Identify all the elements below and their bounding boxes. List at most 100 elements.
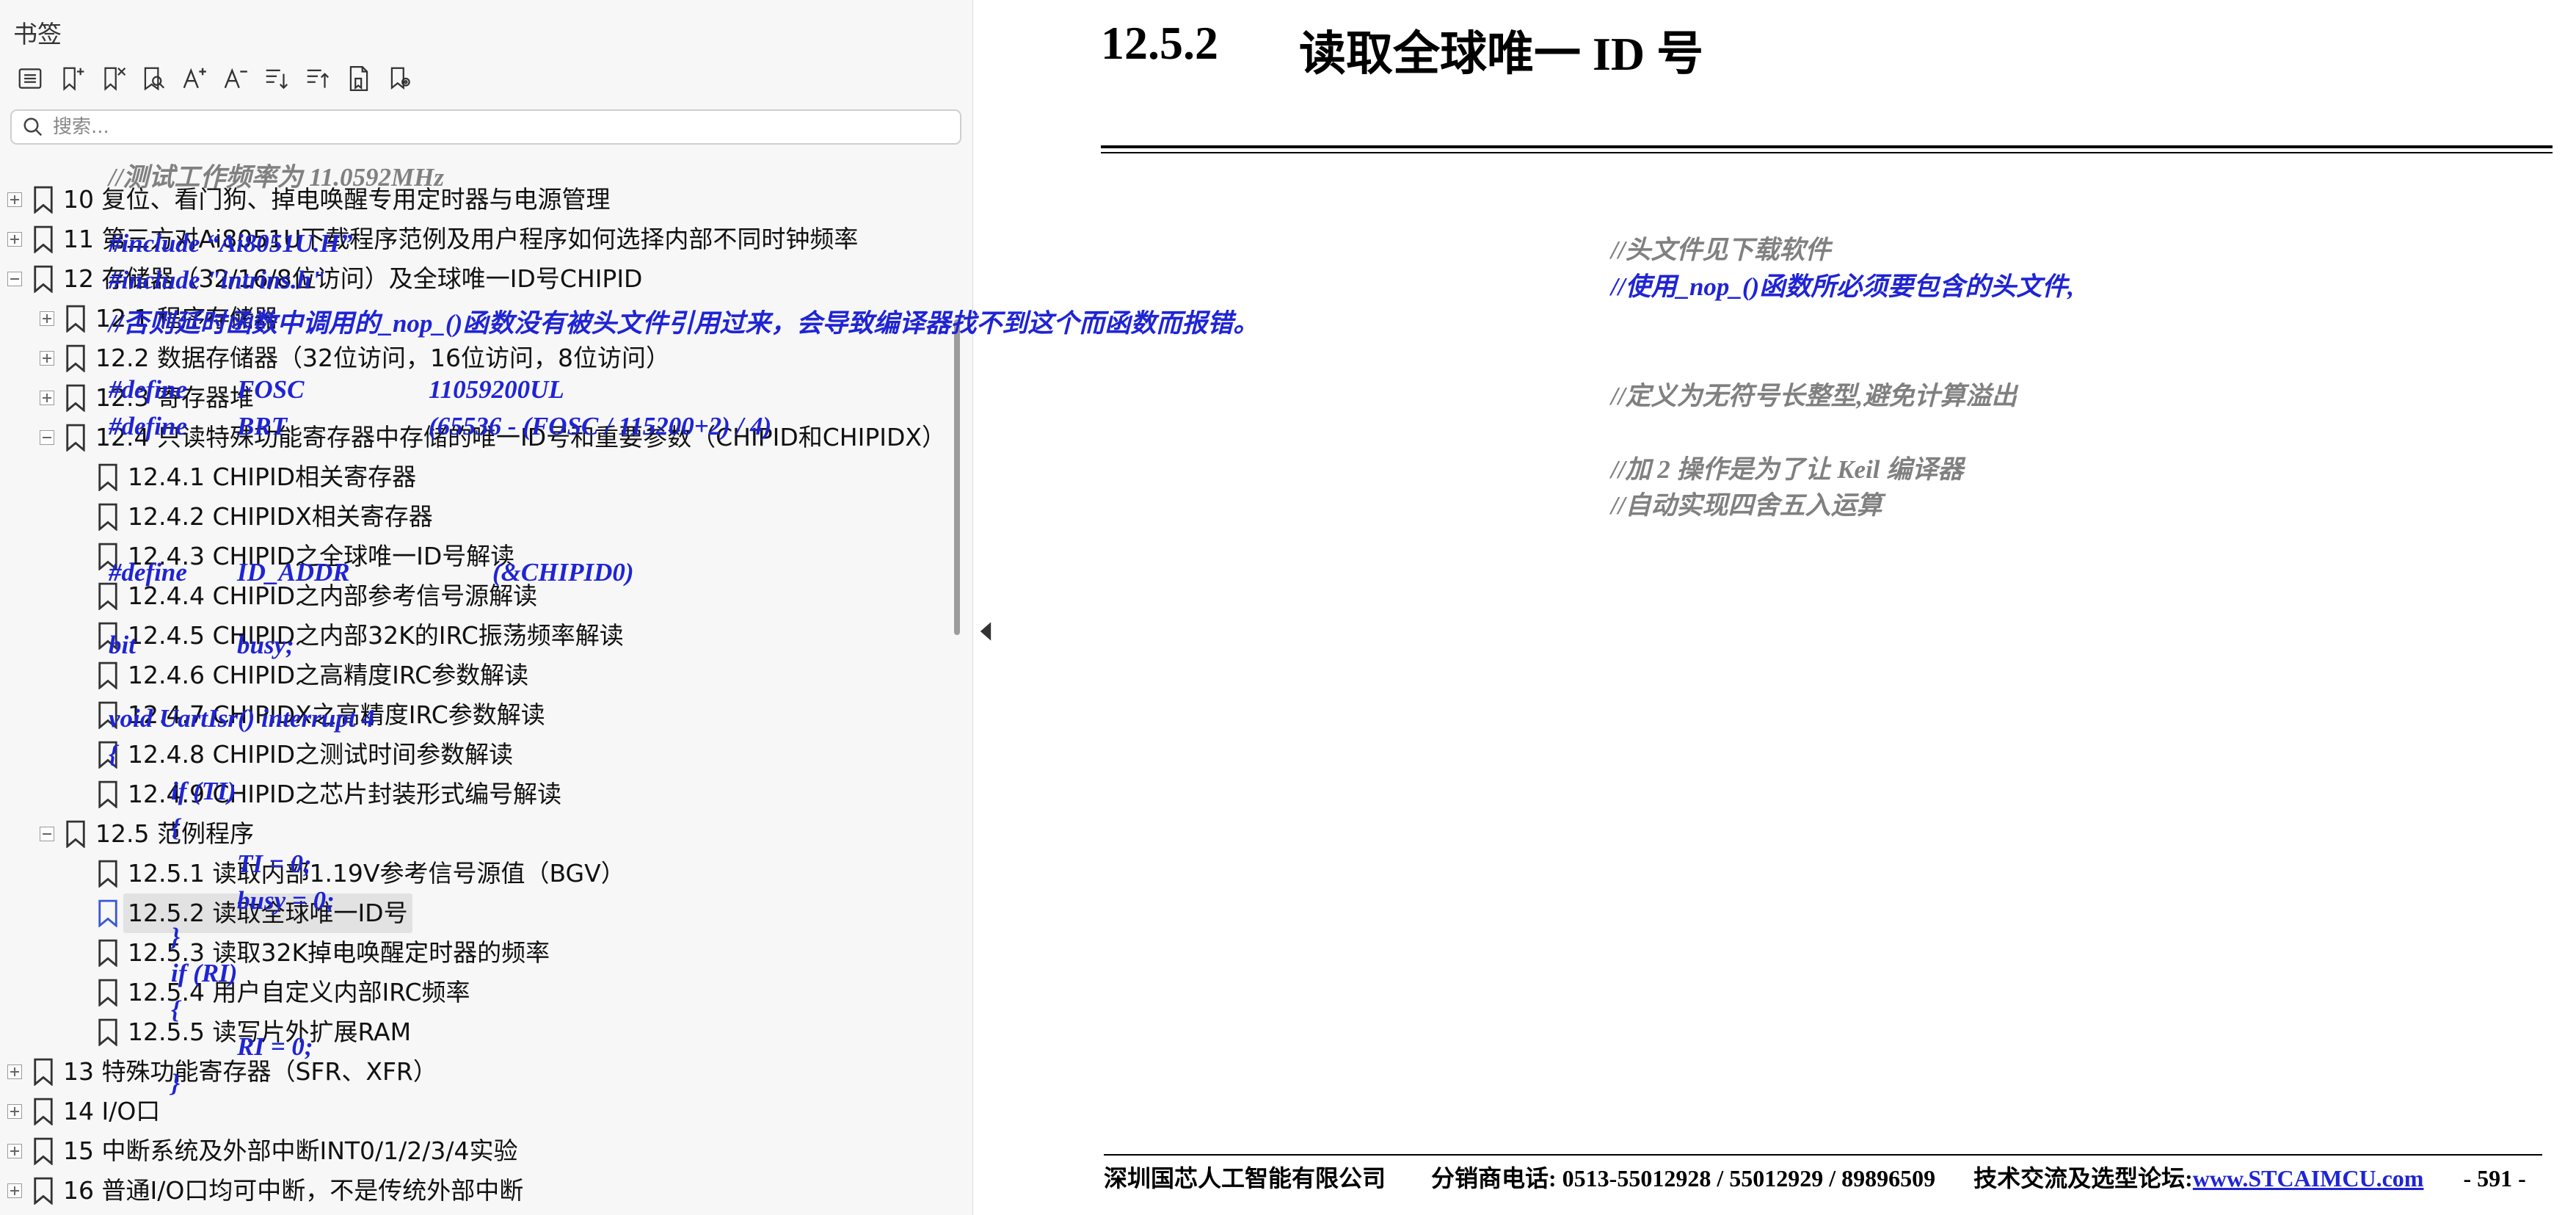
bookmark-settings-button[interactable] — [382, 60, 418, 97]
code-token: void UartIsr() interrupt 4 — [109, 704, 375, 733]
search-input[interactable] — [51, 115, 935, 139]
bookmark-panel-title: 书签 — [13, 20, 62, 48]
collapse-toggle-icon[interactable] — [40, 430, 54, 445]
collapse-all-button[interactable] — [299, 60, 336, 97]
bookmark-icon — [34, 1137, 53, 1165]
bookmark-item[interactable]: 12.2 数据存储器（32位访问，16位访问，8位访问） — [0, 338, 954, 378]
bookmark-icon — [34, 225, 53, 253]
search-icon — [23, 117, 43, 137]
increase-font-button[interactable] — [176, 60, 213, 97]
bookmark-icon — [34, 1058, 53, 1086]
bookmark-document-button[interactable] — [341, 60, 377, 97]
bookmark-icon — [66, 424, 85, 451]
code-comment: //测试工作频率为 11.0592MHz — [109, 163, 444, 192]
bookmark-icon — [98, 979, 117, 1007]
bookmark-item[interactable]: 12.5.1 读取内部1.19V参考信号源值（BGV） — [0, 854, 954, 893]
bookmark-icon — [98, 503, 117, 531]
bookmark-item[interactable]: 12.5.2 读取全球唯一ID号 — [0, 893, 954, 933]
heading-rule-thin — [1101, 152, 2553, 153]
expand-toggle-icon[interactable] — [7, 232, 22, 247]
add-bookmark-button[interactable] — [53, 60, 90, 97]
bookmark-item[interactable]: 15 中断系统及外部中断INT0/1/2/3/4实验 — [0, 1131, 954, 1171]
expand-toggle-icon[interactable] — [40, 351, 54, 366]
bookmark-item[interactable]: 12.5.5 读写片外扩展RAM — [0, 1012, 954, 1052]
code-comment: //使用_nop_()函数所必须要包含的头文件, — [1611, 272, 2074, 301]
bookmark-item[interactable]: 12.4.2 CHIPIDX相关寄存器 — [0, 497, 954, 537]
footer-page-number: - 591 - — [2463, 1165, 2526, 1192]
code-token: 11059200UL — [429, 375, 564, 404]
bookmark-list-button[interactable] — [12, 60, 48, 97]
code-token: } — [171, 923, 181, 951]
bookmark-icon — [34, 1098, 53, 1125]
bookmark-item[interactable]: 16 普通I/O口均可中断，不是传统外部中断 — [0, 1171, 954, 1211]
expand-toggle-icon[interactable] — [40, 311, 54, 326]
code-token: if (TI) — [171, 777, 236, 805]
bookmark-icon — [66, 344, 85, 372]
bookmark-item-label: 12.4.8 CHIPID之测试时间参数解读 — [128, 740, 514, 769]
bookmark-tree-scrollbar[interactable] — [954, 319, 960, 635]
collapse-all-icon — [307, 69, 330, 88]
code-token: ID_ADDR — [237, 558, 350, 587]
footer-rule — [1104, 1154, 2542, 1156]
heading-rule-thick — [1101, 145, 2553, 148]
code-comment: //加 2 操作是为了让 Keil 编译器 — [1611, 455, 1964, 484]
bookmark-icon — [98, 780, 117, 808]
bookmark-item[interactable]: 12.4.5 CHIPID之内部32K的IRC振荡频率解读 — [0, 616, 954, 656]
document-page: 12.5.2 读取全球唯一 ID 号 //测试工作频率为 11.0592MHz #… — [109, 0, 2576, 1215]
expand-toggle-icon[interactable] — [7, 1104, 22, 1119]
delete-bookmark-button[interactable] — [94, 60, 131, 97]
bookmark-item-label: 14 I/O口 — [63, 1097, 161, 1125]
sidebar-collapse-handle[interactable] — [973, 0, 998, 1215]
bookmark-item[interactable]: 12.4.6 CHIPID之高精度IRC参数解读 — [0, 656, 954, 695]
expand-all-icon — [266, 69, 288, 90]
code-token: bit — [109, 631, 136, 659]
footer-company: 深圳国芯人工智能有限公司 — [1104, 1165, 1386, 1192]
bookmark-settings-icon — [390, 67, 410, 90]
bookmark-icon — [34, 265, 53, 293]
bookmark-icon — [98, 860, 117, 888]
collapse-arrow-icon — [980, 622, 992, 641]
collapse-toggle-icon[interactable] — [40, 827, 54, 841]
bookmark-icon — [98, 661, 117, 689]
bookmark-item[interactable]: 12.5.4 用户自定义内部IRC频率 — [0, 973, 954, 1012]
expand-toggle-icon[interactable] — [40, 391, 54, 405]
footer-forum-link[interactable]: www.STCAIMCU.com — [2193, 1165, 2424, 1192]
decrease-font-icon — [224, 68, 247, 89]
bookmark-icon — [66, 305, 85, 333]
expand-toggle-icon[interactable] — [7, 1183, 22, 1198]
bookmark-item-label: 12.4.2 CHIPIDX相关寄存器 — [128, 502, 433, 531]
code-token: #define — [109, 412, 187, 440]
code-token: #define — [109, 558, 187, 587]
code-token: busy = 0; — [237, 886, 335, 915]
code-token: TI = 0; — [237, 849, 312, 878]
bookmark-item-label: 12.2 数据存储器（32位访问，16位访问，8位访问） — [95, 344, 670, 372]
bookmark-search-box[interactable] — [10, 109, 961, 145]
add-bookmark-icon — [63, 67, 84, 91]
bookmark-icon — [66, 384, 85, 412]
code-token: #define — [109, 375, 187, 404]
expand-all-button[interactable] — [258, 60, 295, 97]
bookmark-item[interactable]: 12.4.9 CHIPID之芯片封装形式编号解读 — [0, 775, 954, 814]
bookmark-icon — [98, 899, 117, 927]
bookmark-item[interactable]: 12.4.1 CHIPID相关寄存器 — [0, 457, 954, 497]
find-bookmark-button[interactable] — [135, 60, 172, 97]
bookmark-item[interactable]: 13 特殊功能寄存器（SFR、XFR） — [0, 1052, 954, 1092]
code-comment: //定义为无符号长整型,避免计算溢出 — [1611, 382, 2017, 410]
bookmark-item-label: 16 普通I/O口均可中断，不是传统外部中断 — [63, 1176, 524, 1205]
bookmark-item[interactable]: 12.4.8 CHIPID之测试时间参数解读 — [0, 735, 954, 775]
bookmark-item-label: 15 中断系统及外部中断INT0/1/2/3/4实验 — [63, 1136, 518, 1165]
bookmark-icon — [34, 1177, 53, 1205]
expand-toggle-icon[interactable] — [7, 1144, 22, 1158]
expand-toggle-icon[interactable] — [7, 1065, 22, 1079]
bookmark-item[interactable]: 14 I/O口 — [0, 1092, 954, 1131]
decrease-font-button[interactable] — [217, 60, 254, 97]
delete-bookmark-icon — [104, 67, 126, 91]
bookmark-item[interactable]: 12.5.3 读取32K掉电唤醒定时器的频率 — [0, 933, 954, 973]
code-token: (&CHIPID0) — [492, 558, 634, 587]
bookmark-item[interactable]: 12.5 范例程序 — [0, 814, 954, 854]
code-token: #include “Ai8051U.H” — [109, 229, 353, 258]
code-comment: //自动实现四舍五入运算 — [1611, 491, 1882, 520]
code-token: FOSC — [237, 375, 305, 404]
expand-toggle-icon[interactable] — [7, 192, 22, 207]
collapse-toggle-icon[interactable] — [7, 272, 22, 286]
